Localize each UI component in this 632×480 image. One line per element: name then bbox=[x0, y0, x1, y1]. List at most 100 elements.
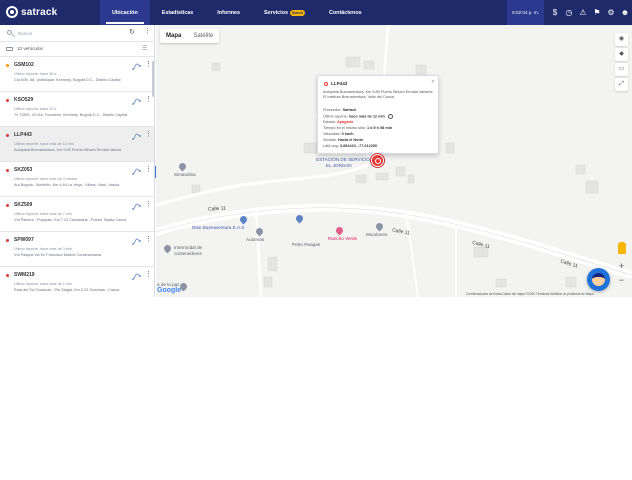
brand-logo[interactable]: satrack bbox=[6, 6, 57, 18]
status-dot bbox=[6, 99, 9, 102]
more-options-icon[interactable]: ⋮ bbox=[144, 28, 151, 36]
search-bar: ↻ ⋮ bbox=[0, 25, 154, 42]
vehicle-count-row: 12 vehículos ☰ bbox=[0, 42, 154, 57]
nav-label: Ubicación bbox=[112, 10, 138, 16]
map-type-toggle: Mapa Satélite bbox=[160, 29, 220, 43]
route-icon[interactable] bbox=[132, 273, 141, 280]
vehicle-item[interactable]: SPW097 Último reporte: hace más de 3 min… bbox=[0, 232, 154, 267]
nav-estadisticas[interactable]: Estadísticas bbox=[150, 0, 205, 25]
vehicle-item[interactable]: KSO529 Último reporte: hace 30 s Tv 72BI… bbox=[0, 92, 154, 127]
map-view[interactable]: Mapa Satélite ◉ ◆ ▭ ⤢ ESTACIÓN DE SERVIC… bbox=[156, 25, 632, 297]
vehicle-plate: SPW097 bbox=[14, 237, 34, 243]
status-dot bbox=[6, 64, 9, 67]
warning-icon[interactable]: ⚠ bbox=[577, 7, 589, 19]
tab-satelite[interactable]: Satélite bbox=[187, 29, 219, 43]
popup-speed: Velocidad: 0 km/h bbox=[323, 132, 354, 136]
poi-label: contenedores bbox=[174, 251, 202, 256]
vehicle-plate: SWM219 bbox=[14, 272, 35, 278]
route-icon[interactable] bbox=[132, 238, 141, 245]
vehicle-more-icon[interactable]: ⋮ bbox=[145, 236, 152, 244]
dollar-icon[interactable]: $ bbox=[549, 7, 561, 19]
nav-servicios[interactable]: Servicios Nuevo bbox=[252, 0, 317, 25]
clock-icon[interactable] bbox=[387, 114, 393, 119]
nav-contactenos[interactable]: Contáctenos bbox=[317, 0, 374, 25]
popup-address: Autopista Buenaventura, Km 9.89 Puerto B… bbox=[323, 90, 433, 99]
vehicle-count: 12 vehículos bbox=[17, 46, 43, 51]
new-badge: Nuevo bbox=[289, 9, 305, 16]
vehicle-address: Cra 60B, 88, Valledupar, Kennedy, Bogotá… bbox=[14, 78, 121, 82]
search-input[interactable] bbox=[18, 29, 118, 38]
vehicle-more-icon[interactable]: ⋮ bbox=[145, 131, 152, 139]
vehicle-more-icon[interactable]: ⋮ bbox=[145, 96, 152, 104]
assistant-avatar[interactable] bbox=[587, 268, 610, 291]
vehicle-plate: GSM102 bbox=[14, 62, 34, 68]
popup-state: Estado: Apagado bbox=[323, 120, 354, 124]
main-nav: Ubicación Estadísticas Informes Servicio… bbox=[100, 0, 374, 25]
vehicle-last-report: Último reporte: hace 30 s bbox=[14, 72, 57, 76]
vehicle-list: GSM102 Último reporte: hace 30 s Cra 60B… bbox=[0, 57, 154, 297]
fullscreen-icon[interactable]: ⤢ bbox=[615, 78, 628, 91]
vehicle-last-report: Último reporte: hace 30 s bbox=[14, 107, 57, 111]
map-footer: Combinaciones de teclas Datos del mapa ©… bbox=[466, 292, 594, 296]
vehicle-item[interactable]: SKZ053 Último reporte: hace más de 3 mes… bbox=[0, 162, 154, 197]
status-dot bbox=[324, 82, 328, 86]
alert-clock-icon[interactable]: ◷ bbox=[563, 7, 575, 19]
car-icon bbox=[6, 47, 13, 51]
settings-icon[interactable]: ⚙ bbox=[605, 7, 617, 19]
top-right-tools: 6:02:04 p. m. $ ◷ ⚠ ⚑ ⚙ ☻ bbox=[507, 0, 632, 25]
vehicle-item[interactable]: SWM219 Último reporte: hace más de 1 min… bbox=[0, 267, 154, 297]
tab-mapa[interactable]: Mapa bbox=[160, 29, 187, 43]
bell-icon[interactable]: ⚑ bbox=[591, 7, 603, 19]
zoom-out-button[interactable]: − bbox=[615, 274, 628, 287]
vehicle-last-report: Último reporte: hace más de 1 min bbox=[14, 282, 73, 286]
vehicle-item-selected[interactable]: LLP443 Último reporte: hace más de 12 mi… bbox=[0, 127, 154, 162]
poi-label: Automas bbox=[246, 237, 265, 242]
street-label: Calle 11 bbox=[207, 205, 227, 213]
vehicle-more-icon[interactable]: ⋮ bbox=[145, 201, 152, 209]
vehicle-marker-icon[interactable] bbox=[371, 154, 384, 167]
marker-toggle-icon[interactable]: ◉ bbox=[615, 33, 628, 46]
top-nav-bar: satrack Ubicación Estadísticas Informes … bbox=[0, 0, 632, 25]
nav-informes[interactable]: Informes bbox=[205, 0, 252, 25]
logo-icon bbox=[6, 6, 18, 18]
route-icon[interactable] bbox=[132, 63, 141, 70]
status-dot bbox=[6, 204, 9, 207]
vehicle-item[interactable]: SKZ509 Último reporte: hace más de 7 min… bbox=[0, 197, 154, 232]
vehicle-more-icon[interactable]: ⋮ bbox=[145, 271, 152, 279]
vehicle-more-icon[interactable]: ⋮ bbox=[145, 61, 152, 69]
vehicle-address: Aut Bogotá - Medellín, Km 4.84 La Vega -… bbox=[14, 183, 120, 187]
card-icon[interactable]: ▭ bbox=[615, 63, 628, 76]
poi-label: Mundoven bbox=[366, 232, 388, 237]
route-icon[interactable] bbox=[132, 168, 141, 175]
refresh-icon[interactable]: ↻ bbox=[129, 29, 135, 37]
poi-label: Petro Reagan bbox=[292, 242, 321, 247]
vehicle-sidebar: ↻ ⋮ 12 vehículos ☰ GSM102 Último reporte… bbox=[0, 25, 155, 297]
route-icon[interactable] bbox=[132, 133, 141, 140]
status-dot bbox=[6, 134, 9, 137]
nav-label: Servicios bbox=[264, 10, 288, 16]
sidebar-scrollbar[interactable] bbox=[152, 61, 154, 97]
poi-label: Simandina bbox=[174, 172, 196, 177]
brand-name: satrack bbox=[21, 6, 58, 18]
close-icon[interactable]: ✕ bbox=[431, 79, 435, 85]
nav-label: Contáctenos bbox=[328, 10, 362, 16]
vehicle-item[interactable]: GSM102 Último reporte: hace 30 s Cra 60B… bbox=[0, 57, 154, 92]
vehicle-info-popup: LLP443 ✕ Autopista Buenaventura, Km 9.89… bbox=[317, 75, 439, 154]
vehicle-address: Vía Palmira - Popayán, Km 7.22 Candelari… bbox=[14, 218, 127, 222]
vehicle-address: Vía Pasque vid En Francisco Madrid Cundi… bbox=[14, 253, 102, 257]
route-icon[interactable] bbox=[132, 98, 141, 105]
popup-same-place: Tiempo en el mismo sitio: 1 d 5 h 58 min bbox=[323, 126, 393, 130]
search-icon bbox=[7, 30, 12, 35]
poi-label: Intermodal de bbox=[174, 245, 203, 250]
nav-ubicacion[interactable]: Ubicación bbox=[100, 0, 150, 25]
route-icon[interactable] bbox=[132, 203, 141, 210]
vehicle-more-icon[interactable]: ⋮ bbox=[145, 166, 152, 174]
poi-label: Rancho Verde bbox=[328, 236, 358, 241]
layers-icon[interactable]: ◆ bbox=[615, 48, 628, 61]
zoom-in-button[interactable]: + bbox=[615, 260, 628, 273]
vehicle-last-report: Último reporte: hace más de 7 min bbox=[14, 212, 73, 216]
popup-provider: Proveedor: Satrack bbox=[323, 108, 357, 112]
street-view-pegman-icon[interactable] bbox=[618, 242, 626, 254]
user-icon[interactable]: ☻ bbox=[619, 7, 631, 19]
filter-icon[interactable]: ☰ bbox=[142, 45, 147, 52]
